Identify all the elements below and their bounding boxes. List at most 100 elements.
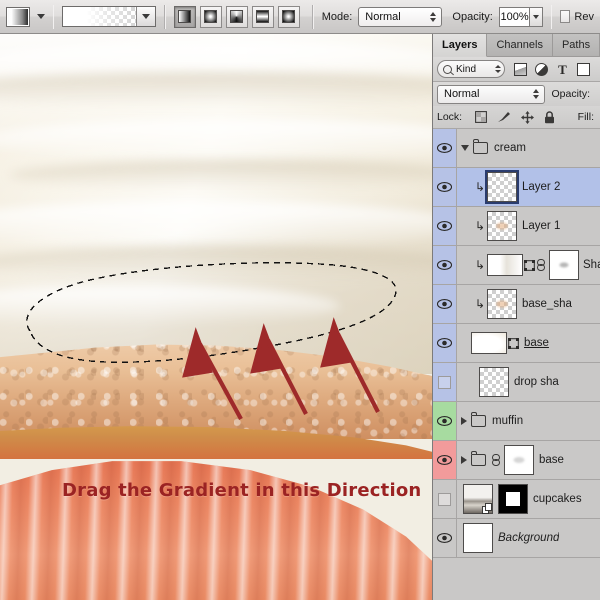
layer-content[interactable]: cream [457, 129, 600, 167]
type-layer-filter-icon[interactable]: T [556, 63, 569, 76]
tab-layers[interactable]: Layers [433, 34, 488, 57]
mask-link-icon[interactable] [492, 453, 500, 467]
smart-object-badge-icon [508, 337, 519, 349]
table-row[interactable]: ↳ Layer 1 [433, 207, 600, 246]
lock-row: Lock: Fill: [433, 106, 600, 129]
diamond-gradient-button[interactable] [277, 5, 300, 28]
layer-visibility-toggle[interactable] [433, 402, 457, 440]
document-canvas[interactable]: Drag the Gradient in this Direction [0, 34, 432, 600]
layer-visibility-toggle[interactable] [433, 519, 457, 557]
layer-content[interactable]: ↳ Layer 1 [457, 207, 600, 245]
pixel-layer-filter-icon[interactable] [514, 62, 527, 76]
mask-link-icon[interactable] [537, 258, 545, 272]
thumbnail-content [559, 262, 569, 268]
layer-thumbnail[interactable] [487, 211, 517, 241]
layer-thumbnail[interactable] [487, 289, 517, 319]
lock-icon-group [475, 110, 555, 124]
tab-channels[interactable]: Channels [487, 34, 553, 56]
layer-thumbnail[interactable] [463, 523, 493, 553]
table-row[interactable]: ↳ Layer 2 [433, 168, 600, 207]
layer-content[interactable]: ↳ Layer 2 [457, 168, 600, 206]
layer-blend-mode-select[interactable]: Normal [437, 84, 546, 104]
linear-gradient-button[interactable] [173, 5, 196, 28]
layer-content[interactable]: ↳ base_sha [457, 285, 600, 323]
reflected-gradient-button[interactable] [251, 5, 274, 28]
table-row[interactable]: muffin [433, 402, 600, 441]
shape-layer-filter-icon[interactable] [577, 62, 590, 76]
eye-icon [437, 416, 452, 426]
blend-mode-select[interactable]: Normal [358, 6, 443, 27]
layer-name: base [524, 337, 549, 349]
reverse-checkbox[interactable] [560, 10, 571, 23]
layer-visibility-toggle[interactable] [433, 441, 457, 479]
chevron-right-icon[interactable] [461, 417, 467, 425]
layer-mask-thumbnail[interactable] [549, 250, 579, 280]
table-row[interactable]: base [433, 324, 600, 363]
chevron-updown-icon [529, 89, 542, 99]
panel-tab-bar: Layers Channels Paths [433, 34, 600, 57]
layer-thumbnail[interactable] [463, 484, 493, 514]
adjustment-layer-filter-icon[interactable] [535, 62, 548, 76]
layer-visibility-toggle[interactable] [433, 207, 457, 245]
layer-name: muffin [492, 415, 524, 427]
layer-visibility-toggle[interactable] [433, 129, 457, 167]
layer-content[interactable]: muffin [457, 402, 600, 440]
divider [311, 4, 314, 29]
lock-position-icon[interactable] [521, 110, 535, 124]
gradient-preset-picker[interactable] [62, 6, 157, 27]
layer-content[interactable]: base [457, 324, 600, 362]
gradient-preset-chevron-down-icon[interactable] [136, 7, 156, 26]
layer-content[interactable]: base [457, 441, 600, 479]
angle-gradient-button[interactable] [225, 5, 248, 28]
filter-kind-select[interactable]: Kind [437, 60, 505, 78]
layer-visibility-toggle[interactable] [433, 246, 457, 284]
divider [550, 4, 553, 29]
table-row[interactable]: cream [433, 129, 600, 168]
opacity-chevron-down-icon[interactable] [530, 6, 543, 27]
eye-icon [437, 338, 452, 348]
table-row[interactable]: drop sha [433, 363, 600, 402]
eye-icon [437, 182, 452, 192]
table-row[interactable]: ↳ Sha [433, 246, 600, 285]
eye-off-icon [438, 492, 451, 506]
layer-visibility-toggle[interactable] [433, 480, 457, 518]
clipping-mask-arrow-icon: ↳ [475, 219, 486, 233]
layer-mask-thumbnail[interactable] [498, 484, 528, 514]
lock-transparent-pixels-icon[interactable] [475, 111, 488, 123]
layer-content[interactable]: drop sha [457, 363, 600, 401]
chevron-right-icon[interactable] [461, 456, 467, 464]
fill-label: Fill: [577, 111, 594, 123]
filter-icon-group: T [514, 62, 590, 76]
eye-icon [437, 221, 452, 231]
table-row[interactable]: base [433, 441, 600, 480]
smart-object-thumbnail[interactable] [487, 254, 523, 276]
tool-preset-chevron-down-icon[interactable] [36, 14, 45, 19]
clipping-mask-arrow-icon: ↳ [475, 180, 486, 194]
smart-object-thumbnail[interactable] [471, 332, 507, 354]
opacity-input[interactable]: 100% [498, 6, 531, 27]
smart-object-badge-icon [524, 259, 535, 271]
gradient-editor-swatch-button[interactable] [6, 6, 30, 27]
layer-visibility-toggle[interactable] [433, 324, 457, 362]
tab-paths[interactable]: Paths [552, 34, 600, 56]
table-row[interactable]: ↳ base_sha [433, 285, 600, 324]
layer-opacity-label: Opacity: [551, 88, 590, 100]
radial-gradient-button[interactable] [199, 5, 222, 28]
table-row[interactable]: Background [433, 519, 600, 558]
layer-visibility-toggle[interactable] [433, 285, 457, 323]
layer-thumbnail[interactable] [487, 172, 517, 202]
layer-content[interactable]: Background [457, 519, 600, 557]
layer-visibility-toggle[interactable] [433, 363, 457, 401]
gradient-preset-preview[interactable] [63, 7, 137, 26]
smart-filter-badge-icon [482, 503, 492, 514]
lock-image-pixels-icon[interactable] [497, 111, 511, 123]
lock-all-icon[interactable] [544, 110, 555, 124]
layer-visibility-toggle[interactable] [433, 168, 457, 206]
chevron-down-icon[interactable] [461, 145, 469, 151]
group-mask-thumbnail[interactable] [504, 445, 534, 475]
table-row[interactable]: cupcakes [433, 480, 600, 519]
eye-off-icon [438, 375, 451, 389]
layer-thumbnail[interactable] [479, 367, 509, 397]
layer-content[interactable]: cupcakes [457, 480, 600, 518]
layer-content[interactable]: ↳ Sha [457, 246, 600, 284]
